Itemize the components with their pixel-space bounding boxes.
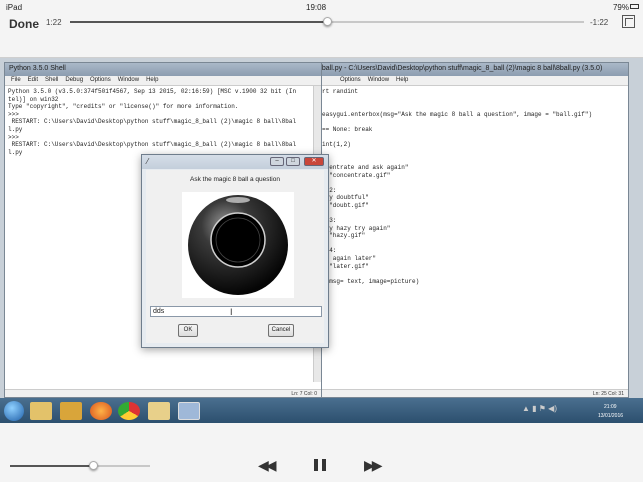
menu-file[interactable]: File (11, 77, 21, 84)
shell-line: l.py (8, 125, 23, 133)
status-time: 19:08 (306, 3, 327, 12)
python-icon[interactable] (178, 402, 200, 420)
editor-code-area[interactable]: rt randint easygui.enterbox(msg="Ask the… (322, 88, 622, 378)
minimize-button[interactable]: – (270, 157, 284, 166)
aspect-toggle-icon[interactable] (622, 15, 635, 28)
device-label: iPad (6, 3, 23, 12)
code-line: "later.gif" (322, 262, 369, 270)
menu-shell[interactable]: Shell (45, 77, 58, 84)
shell-title: Python 3.5.0 Shell (5, 63, 321, 76)
enterbox-dialog: ⁄ – □ ✕ Ask the magic 8 ball a question (141, 154, 329, 348)
shell-line: RESTART: C:\Users\David\Desktop\python s… (8, 141, 297, 149)
shell-line: RESTART: C:\Users\David\Desktop\python s… (8, 118, 297, 126)
folder-icon[interactable] (30, 402, 52, 420)
done-button[interactable]: Done (9, 17, 39, 31)
code-line: "concentrate.gif" (322, 171, 391, 179)
firefox-icon[interactable] (90, 402, 112, 420)
scrubber-knob[interactable] (323, 17, 332, 26)
code-line: easygui.enterbox(msg="Ask the magic 8 ba… (322, 110, 593, 118)
shell-line: >>> (8, 133, 23, 141)
shell-menubar: File Edit Shell Debug Options Window Hel… (5, 76, 321, 86)
magic-8-ball-image (182, 192, 294, 298)
media-player-icon[interactable] (60, 402, 82, 420)
code-line: ncentrate and ask again" (322, 163, 409, 171)
pause-icon[interactable] (314, 459, 318, 471)
player-controls: ◀◀ ▶▶ (0, 423, 643, 482)
elapsed-time: 1:22 (46, 18, 62, 27)
dialog-body: Ask the magic 8 ball a question dds I OK… (146, 170, 324, 343)
menu-debug[interactable]: Debug (65, 77, 83, 84)
editor-window: 8ball.py - C:\Users\David\Desktop\python… (283, 62, 629, 398)
maximize-button[interactable]: □ (286, 157, 300, 166)
close-button[interactable]: ✕ (304, 157, 324, 166)
code-line: = 3: (322, 217, 337, 225)
menu-edit[interactable]: Edit (28, 77, 38, 84)
dialog-titlebar: ⁄ – □ ✕ (142, 155, 328, 169)
scrubber-fill (70, 21, 327, 23)
shell-line: Python 3.5.0 (v3.5.0:374f501f4567, Sep 1… (8, 88, 297, 95)
code-line: = 2: (322, 186, 337, 194)
code-line: x(msg= text, image=picture) (322, 277, 420, 285)
cancel-button[interactable]: Cancel (268, 324, 294, 337)
ok-button[interactable]: OK (178, 324, 198, 337)
feather-icon: ⁄ (147, 157, 149, 166)
code-line: = 4: (322, 247, 337, 255)
clock-time: 21:09 (604, 404, 617, 410)
shell-line: tel)] on win32 (8, 95, 59, 103)
code-line: ery doubtful" (322, 194, 369, 202)
fast-forward-icon[interactable]: ▶▶ (364, 457, 382, 474)
editor-title: 8ball.py - C:\Users\David\Desktop\python… (284, 63, 628, 76)
menu-options[interactable]: Options (340, 77, 361, 84)
code-line: "hazy.gif" (322, 232, 366, 240)
volume-fill (10, 465, 93, 467)
editor-menubar: Options Window Help (284, 76, 628, 86)
shell-line: Type "copyright", "credits" or "license(… (8, 103, 239, 111)
menu-window[interactable]: Window (118, 77, 139, 84)
shell-status: Ln: 7 Col: 0 (5, 389, 321, 397)
code-line: rt randint (322, 88, 359, 95)
pause-icon-bar[interactable] (322, 459, 326, 471)
menu-window[interactable]: Window (368, 77, 389, 84)
code-line: == None: break (322, 125, 373, 133)
start-orb-icon[interactable] (4, 401, 24, 421)
code-line: ery hazy try again" (322, 224, 391, 232)
volume-knob[interactable] (88, 461, 98, 470)
explorer-icon[interactable] (148, 402, 170, 420)
battery-level: 79% (612, 3, 629, 12)
dialog-prompt: Ask the magic 8 ball a question (190, 176, 280, 183)
tray-icons[interactable]: ▲ ▮ ⚑ ◀) (522, 404, 557, 413)
code-line: "doubt.gif" (322, 201, 369, 209)
shell-output[interactable]: Python 3.5.0 (v3.5.0:374f501f4567, Sep 1… (5, 86, 321, 158)
menu-options[interactable]: Options (90, 77, 111, 84)
volume-track[interactable] (10, 465, 150, 467)
rewind-icon[interactable]: ◀◀ (258, 457, 276, 474)
chrome-icon[interactable] (118, 402, 140, 420)
editor-status: Ln: 25 Col: 31 (284, 389, 628, 397)
battery-icon (630, 4, 639, 9)
text-cursor-icon: I (230, 307, 233, 317)
menu-help[interactable]: Help (146, 77, 158, 84)
ipad-top-bar: iPad 19:08 79% Done 1:22 -1:22 (0, 0, 643, 58)
question-input[interactable]: dds (150, 306, 322, 317)
code-line: int(1,2) (322, 141, 351, 149)
remaining-time: -1:22 (590, 18, 609, 27)
shell-line: >>> (8, 110, 23, 118)
code-line: 1: (322, 156, 622, 164)
code-line: sk again later" (322, 255, 377, 263)
clock-date: 13/01/2016 (598, 413, 624, 419)
menu-help[interactable]: Help (396, 77, 408, 84)
